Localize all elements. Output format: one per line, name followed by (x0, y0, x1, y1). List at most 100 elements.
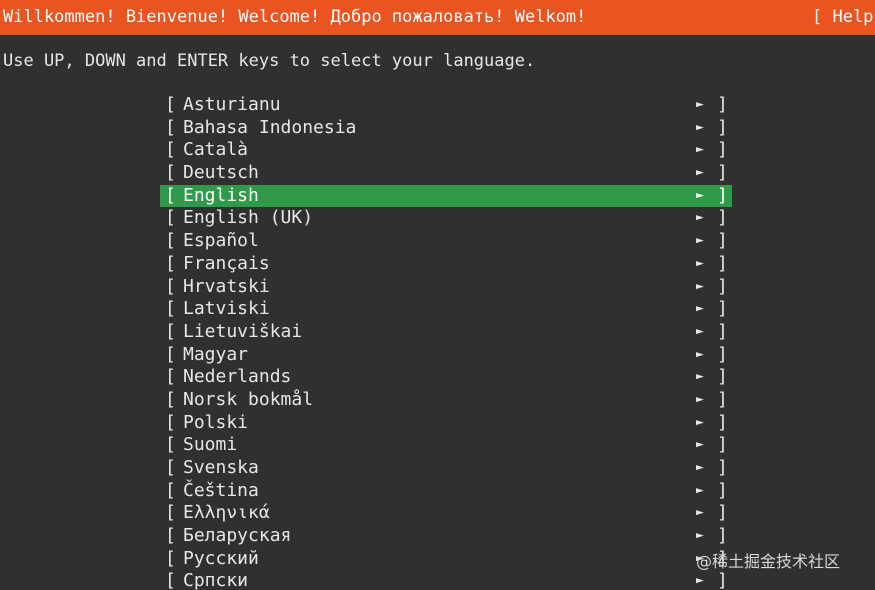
arrow-right-icon: ► (696, 323, 704, 339)
arrow-right-icon: ► (696, 573, 704, 589)
language-option[interactable]: [ Magyar ►] (160, 344, 732, 367)
close-bracket: ] (717, 479, 728, 501)
watermark: @稀土掘金技术社区 (696, 552, 841, 571)
open-bracket: [ (165, 139, 176, 161)
language-label: Ελληνικά (183, 502, 270, 524)
arrow-right-icon: ► (696, 165, 704, 181)
open-bracket: [ (165, 207, 176, 229)
arrow-right-icon: ► (696, 278, 704, 294)
close-bracket: ] (717, 139, 728, 161)
language-option[interactable]: [Asturianu ►] (160, 94, 732, 117)
open-bracket: [ (165, 366, 176, 388)
arrow-right-icon: ► (696, 482, 704, 498)
open-bracket: [ (165, 570, 176, 590)
language-list: [Asturianu ►] [Bahasa Indonesia ►] [Català ►]… (160, 94, 732, 590)
language-label: Svenska (183, 457, 259, 478)
arrow-right-icon: ► (696, 119, 704, 135)
close-bracket: ] (717, 525, 728, 547)
close-bracket: ] (717, 502, 728, 524)
arrow-right-icon: ► (696, 505, 704, 521)
open-bracket: [ (165, 411, 176, 433)
language-label: Latviski (183, 298, 270, 320)
close-bracket: ] (717, 320, 728, 342)
language-option[interactable]: [Bahasa Indonesia ►] (160, 117, 732, 140)
language-label: Norsk bokmål (183, 388, 314, 410)
open-bracket: [ (165, 230, 176, 252)
language-label: Српски (183, 570, 249, 590)
language-label: Asturianu (183, 94, 281, 115)
language-option[interactable]: [Русский ►] (160, 548, 732, 571)
close-bracket: ] (717, 184, 728, 206)
language-option[interactable]: [ Norsk bokmål ►] (160, 389, 732, 412)
language-label: Русский (183, 547, 259, 569)
language-option[interactable]: [Français ►] (160, 253, 732, 276)
help-button[interactable]: [ Help (812, 0, 873, 35)
open-bracket: [ (165, 298, 176, 320)
close-bracket: ] (717, 230, 728, 252)
arrow-right-icon: ► (696, 437, 704, 453)
open-bracket: [ (165, 479, 176, 501)
language-label: Català (183, 139, 249, 161)
language-option[interactable]: [Svenska ►] (160, 457, 732, 480)
language-label: English (UK) (183, 207, 314, 229)
language-option[interactable]: [ Hrvatski ►] (160, 276, 732, 299)
language-option[interactable]: [Čeština ►] (160, 480, 732, 503)
arrow-right-icon: ► (696, 301, 704, 317)
close-bracket: ] (717, 388, 728, 410)
language-option[interactable]: [Español ►] (160, 230, 732, 253)
language-option[interactable]: [ Nederlands ►] (160, 366, 732, 389)
open-bracket: [ (165, 547, 176, 569)
open-bracket: [ (165, 434, 176, 456)
instructions-text: Use UP, DOWN and ENTER keys to select yo… (3, 51, 536, 71)
arrow-right-icon: ► (696, 187, 704, 203)
close-bracket: ] (717, 275, 728, 297)
language-label: Nederlands (183, 366, 292, 388)
open-bracket: [ (165, 388, 176, 410)
close-bracket: ] (717, 162, 728, 184)
open-bracket: [ (165, 162, 176, 184)
language-option[interactable]: [ Српски ►] (160, 570, 732, 590)
language-option[interactable]: [ English (UK) ►] (160, 207, 732, 230)
arrow-right-icon: ► (696, 255, 704, 271)
language-option[interactable]: [Català ►] (160, 139, 732, 162)
open-bracket: [ (165, 502, 176, 524)
open-bracket: [ (165, 275, 176, 297)
close-bracket: ] (717, 94, 728, 115)
close-bracket: ] (717, 207, 728, 229)
language-option[interactable]: [ Lietuviškai ►] (160, 321, 732, 344)
arrow-right-icon: ► (696, 233, 704, 249)
language-label: Беларуская (183, 525, 292, 547)
welcome-title: Willkommen! Bienvenue! Welcome! Добро по… (3, 7, 587, 27)
language-option[interactable]: [ Latviski ►] (160, 298, 732, 321)
open-bracket: [ (165, 525, 176, 547)
close-bracket: ] (717, 366, 728, 388)
language-label: Lietuviškai (183, 320, 303, 342)
language-label: Polski (183, 411, 249, 433)
language-option[interactable]: [English ►] (160, 184, 732, 208)
language-option[interactable]: [ Беларуская ►] (160, 525, 732, 548)
open-bracket: [ (165, 184, 176, 206)
language-label: Suomi (183, 434, 238, 456)
arrow-right-icon: ► (696, 369, 704, 385)
language-label: Magyar (183, 343, 249, 365)
open-bracket: [ (165, 116, 176, 138)
close-bracket: ] (717, 570, 728, 590)
arrow-right-icon: ► (696, 346, 704, 362)
open-bracket: [ (165, 320, 176, 342)
close-bracket: ] (717, 457, 728, 478)
arrow-right-icon: ► (696, 391, 704, 407)
arrow-right-icon: ► (696, 210, 704, 226)
language-option[interactable]: [Suomi ►] (160, 434, 732, 457)
close-bracket: ] (717, 298, 728, 320)
open-bracket: [ (165, 343, 176, 365)
language-option[interactable]: [Polski ►] (160, 412, 732, 435)
close-bracket: ] (717, 343, 728, 365)
arrow-right-icon: ► (696, 460, 704, 475)
language-label: Français (183, 252, 270, 274)
language-label: Hrvatski (183, 275, 270, 297)
arrow-right-icon: ► (696, 528, 704, 544)
language-option[interactable]: [ Ελληνικά ►] (160, 502, 732, 525)
language-option[interactable]: [ Deutsch ►] (160, 162, 732, 185)
language-label: Deutsch (183, 162, 259, 184)
language-label: Bahasa Indonesia (183, 116, 357, 138)
